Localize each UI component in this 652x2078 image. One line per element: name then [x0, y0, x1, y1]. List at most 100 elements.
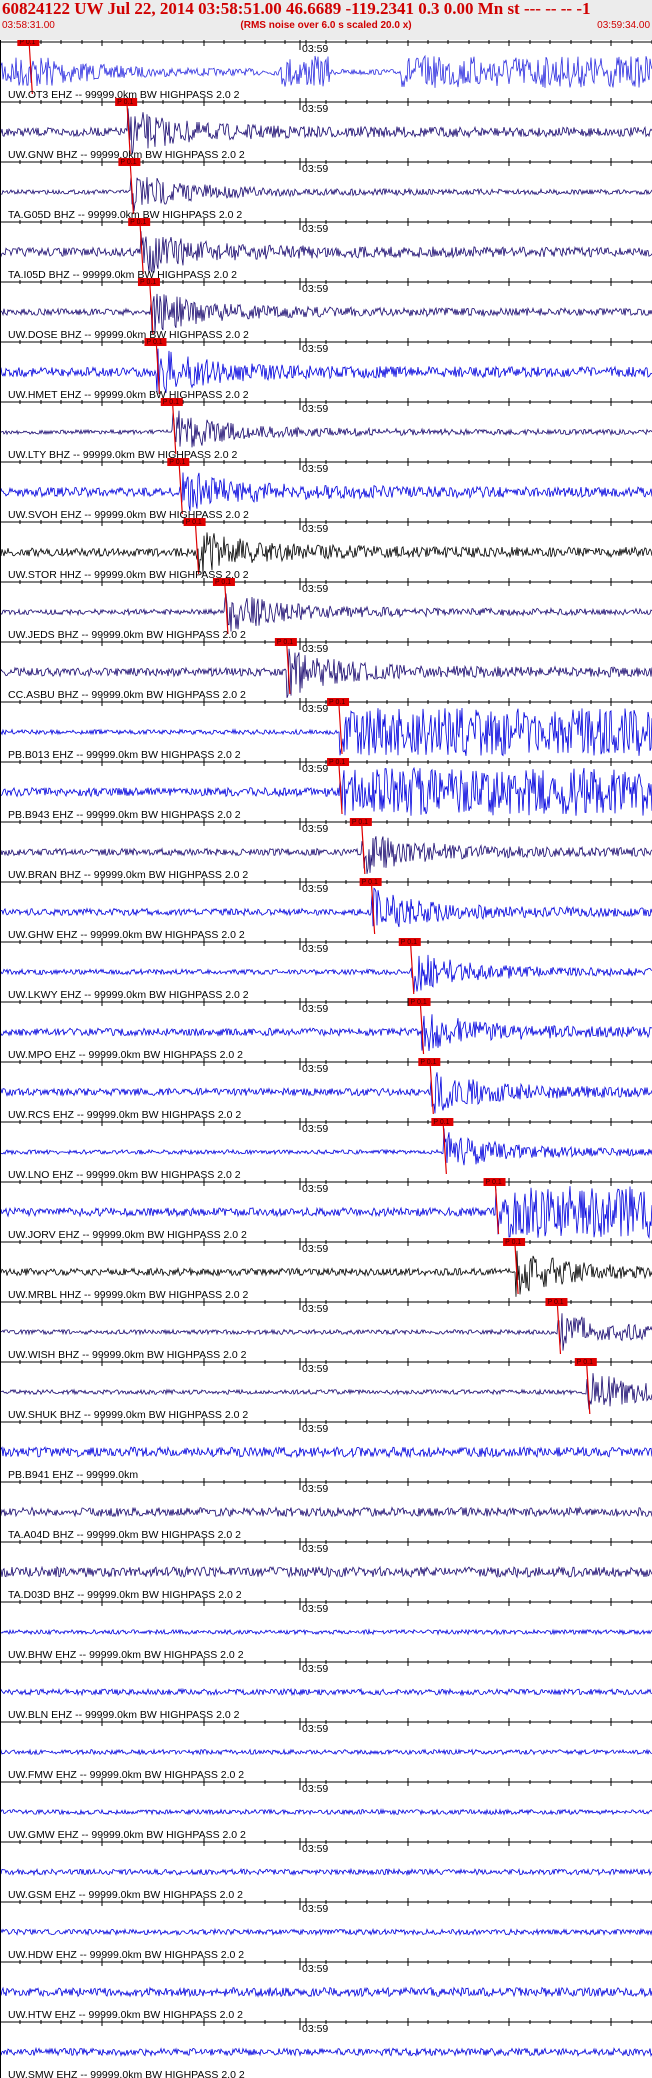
station-label: UW.BRAN BHZ -- 99999.0km BW HIGHPASS 2.0…	[8, 869, 248, 881]
pick-line	[556, 1305, 562, 1355]
station-label: UW.SVOH EHZ -- 99999.0km BW HIGHPASS 2.0…	[8, 509, 249, 521]
station-label: TA.A04D BHZ -- 99999.0km BW HIGHPASS 2.0…	[8, 1529, 241, 1541]
station-label: CC.ASBU BHZ -- 99999.0km BW HIGHPASS 2.0…	[8, 689, 246, 701]
pick-label: P 0.1	[163, 399, 179, 406]
minute-label: 03:59	[302, 1183, 328, 1195]
waveform-trace	[0, 2046, 652, 2058]
minute-label: 03:59	[302, 703, 328, 715]
pick-label: P 0.1	[120, 159, 136, 166]
pick-label: P 0.1	[169, 459, 185, 466]
station-label: PB.B943 EHZ -- 99999.0km BW HIGHPASS 2.0…	[8, 809, 241, 821]
minute-label: 03:59	[302, 343, 328, 355]
station-label: UW.BLN EHZ -- 99999.0km BW HIGHPASS 2.0 …	[8, 1709, 240, 1721]
pick-label: P 0.1	[401, 939, 417, 946]
waveform-trace	[0, 472, 652, 512]
minute-label: 03:59	[302, 283, 328, 295]
minute-label: 03:59	[302, 1783, 328, 1795]
pick-label: P 0.1	[329, 699, 345, 706]
minute-label: 03:59	[302, 1243, 328, 1255]
minute-label: 03:59	[302, 523, 328, 535]
event-title: 60824122 UW Jul 22, 2014 03:58:51.00 46.…	[2, 0, 591, 18]
minute-label: 03:59	[302, 1603, 328, 1615]
pick-line	[129, 165, 134, 215]
pick-label: P 0.1	[19, 40, 35, 46]
minute-label: 03:59	[302, 1123, 328, 1135]
waveform-trace	[0, 593, 652, 632]
station-label: UW.LTY BHZ -- 99999.0km BW HIGHPASS 2.0 …	[8, 449, 237, 461]
waveform-trace	[0, 1313, 652, 1351]
pick-line	[429, 1065, 434, 1115]
minute-label: 03:59	[302, 1903, 328, 1915]
station-label: UW.LNO EHZ -- 99999.0km BW HIGHPASS 2.0 …	[8, 1169, 241, 1181]
pick-label: P 0.1	[486, 1179, 502, 1186]
pick-label: P 0.1	[362, 879, 378, 886]
minute-label: 03:59	[302, 1663, 328, 1675]
pick-label: P 0.1	[140, 279, 156, 286]
waveform-trace	[0, 293, 652, 334]
station-label: UW.GMW EHZ -- 99999.0km BW HIGHPASS 2.0 …	[8, 1829, 246, 1841]
minute-label: 03:59	[302, 1483, 328, 1495]
minute-label: 03:59	[302, 583, 328, 595]
minute-label: 03:59	[302, 883, 328, 895]
station-label: UW.GSM EHZ -- 99999.0km BW HIGHPASS 2.0 …	[8, 1889, 243, 1901]
station-label: PB.B013 EHZ -- 99999.0km BW HIGHPASS 2.0…	[8, 749, 241, 761]
waveform-trace	[0, 1506, 652, 1518]
station-label: UW.WISH BHZ -- 99999.0km BW HIGHPASS 2.0…	[8, 1349, 247, 1361]
pick-label: P 0.1	[329, 759, 345, 766]
waveform-trace	[0, 1867, 652, 1877]
waveform-trace	[0, 1446, 652, 1459]
minute-label: 03:59	[302, 43, 328, 55]
waveform-trace	[0, 1748, 652, 1756]
waveform-trace	[0, 954, 652, 993]
station-label: UW.GHW EHZ -- 99999.0km BW HIGHPASS 2.0 …	[8, 929, 245, 941]
minute-label: 03:59	[302, 1963, 328, 1975]
waveform-trace	[0, 410, 652, 448]
minute-label: 03:59	[302, 643, 328, 655]
waveform-trace	[0, 1986, 652, 1998]
minute-label: 03:59	[302, 1363, 328, 1375]
minute-label: 03:59	[302, 823, 328, 835]
minute-label: 03:59	[302, 763, 328, 775]
minute-label: 03:59	[302, 463, 328, 475]
minute-label: 03:59	[302, 943, 328, 955]
pick-line	[361, 825, 366, 875]
station-label: UW.HMET EHZ -- 99999.0km BW HIGHPASS 2.0…	[8, 389, 249, 401]
waveform-trace	[0, 1373, 652, 1410]
minute-label: 03:59	[302, 223, 328, 235]
waveform-trace	[0, 1072, 652, 1114]
pick-line	[139, 225, 144, 275]
pick-label: P 0.1	[186, 519, 202, 526]
station-label: UW.MRBL HHZ -- 99999.0km BW HIGHPASS 2.0…	[8, 1289, 249, 1301]
waveform-trace	[0, 231, 652, 273]
waveform-trace	[0, 108, 652, 155]
pick-label: P 0.1	[547, 1299, 563, 1306]
plot-header: 60824122 UW Jul 22, 2014 03:58:51.00 46.…	[0, 0, 652, 40]
station-label: UW.RCS EHZ -- 99999.0km BW HIGHPASS 2.0 …	[8, 1109, 241, 1121]
pick-line	[494, 1185, 500, 1235]
pick-label: P 0.1	[215, 579, 231, 586]
pick-label: P 0.1	[146, 339, 162, 346]
waveform-trace	[0, 1628, 652, 1636]
pick-line	[442, 1125, 447, 1175]
minute-label: 03:59	[302, 1063, 328, 1075]
station-label: UW.HDW EHZ -- 99999.0km BW HIGHPASS 2.0 …	[8, 1949, 244, 1961]
waveform-trace	[0, 1014, 652, 1052]
station-label: PB.B941 EHZ -- 99999.0km	[8, 1469, 138, 1481]
station-label: UW.STOR HHZ -- 99999.0km BW HIGHPASS 2.0…	[8, 569, 249, 581]
station-label: UW.BHW EHZ -- 99999.0km BW HIGHPASS 2.0 …	[8, 1649, 244, 1661]
waveform-trace	[0, 1687, 652, 1697]
pick-line	[172, 405, 177, 455]
waveform-trace	[0, 348, 652, 395]
station-label: UW.JORV EHZ -- 99999.0km BW HIGHPASS 2.0…	[8, 1229, 247, 1241]
station-label: UW.SHUK BHZ -- 99999.0km BW HIGHPASS 2.0…	[8, 1409, 248, 1421]
station-label: TA.G05D BHZ -- 99999.0km BW HIGHPASS 2.0…	[8, 209, 242, 221]
pick-label: P 0.1	[352, 819, 368, 826]
station-label: UW.LKWY EHZ -- 99999.0km BW HIGHPASS 2.0…	[8, 989, 249, 1001]
minute-label: 03:59	[302, 1843, 328, 1855]
station-label: UW.SMW EHZ -- 99999.0km BW HIGHPASS 2.0 …	[8, 2069, 245, 2078]
minute-label: 03:59	[302, 1303, 328, 1315]
minute-label: 03:59	[302, 1543, 328, 1555]
minute-label: 03:59	[302, 103, 328, 115]
pick-label: P 0.1	[277, 639, 293, 646]
waveform-trace	[0, 1565, 652, 1579]
